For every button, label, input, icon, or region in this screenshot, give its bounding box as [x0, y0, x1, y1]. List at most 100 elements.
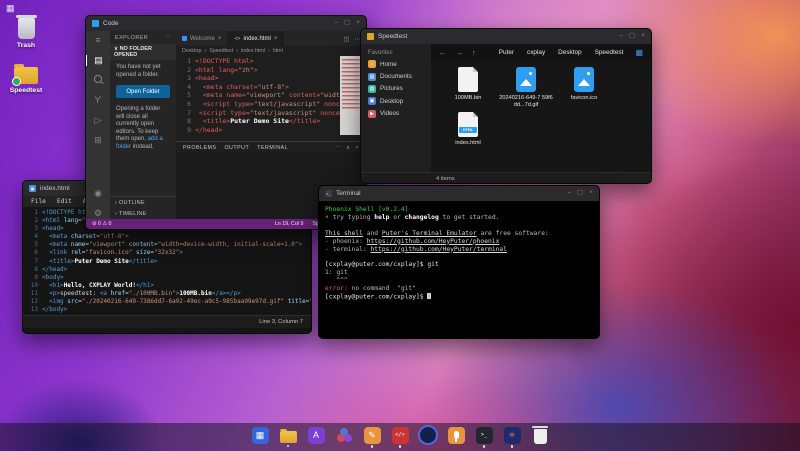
breadcrumb-item[interactable]: Desktop: [182, 48, 201, 54]
taskbar-item-app-launcher[interactable]: ▦: [250, 427, 270, 448]
terminal-titlebar[interactable]: >_ Terminal –▢×: [319, 186, 599, 201]
extensions-icon[interactable]: ⊞: [86, 135, 110, 146]
chevron-right-icon: ›: [268, 48, 270, 54]
line-number: 9: [23, 274, 42, 282]
file-item[interactable]: HTMLindex.html: [439, 112, 497, 147]
line-number: 12: [23, 298, 42, 306]
sidebar-item-documents[interactable]: ▤Documents: [361, 70, 431, 82]
panel-tab-problems[interactable]: PROBLEMS: [183, 145, 216, 151]
forward-icon[interactable]: →: [456, 48, 464, 57]
no-folder-section[interactable]: ∨ NO FOLDER OPENED: [110, 44, 176, 60]
taskbar-item-speedtest[interactable]: ✳: [502, 427, 522, 448]
sidebar-item-videos[interactable]: ▶Videos: [361, 108, 431, 120]
files-breadcrumb-item[interactable]: Speedtest: [595, 49, 624, 56]
files-maximize-icon[interactable]: ▢: [629, 33, 635, 40]
taskbar-item-trash[interactable]: [530, 427, 550, 448]
file-manager-window[interactable]: Speedtest –▢× Favorites ⌂Home▤Documents▨…: [360, 28, 652, 184]
vscode-titlebar[interactable]: Code –▢×: [86, 16, 366, 31]
close-icon[interactable]: ×: [274, 36, 278, 42]
terminal-close-icon[interactable]: ×: [589, 190, 593, 197]
run-debug-icon[interactable]: ▷: [86, 115, 110, 126]
panel-action-icon[interactable]: ∧: [346, 145, 350, 151]
up-icon[interactable]: ↑: [472, 48, 476, 57]
editor-app-icon: ▣: [29, 185, 36, 192]
taskbar-item-editor[interactable]: ✎: [362, 427, 382, 448]
taskbar-item-terminal[interactable]: >_: [474, 427, 494, 448]
breadcrumb-item[interactable]: html: [273, 48, 283, 54]
taskbar-item-app-center[interactable]: A: [306, 427, 326, 448]
taskbar-item-recorder[interactable]: [446, 427, 466, 448]
breadcrumb-item[interactable]: index.html: [241, 48, 265, 54]
terminal-maximize-icon[interactable]: ▢: [577, 190, 583, 197]
explorer-more-icon[interactable]: ⋯: [165, 35, 171, 41]
vscode-breadcrumb[interactable]: Desktop›Speedtest›index.html›html: [176, 46, 366, 55]
terminal-content[interactable]: Phoenix Shell [v0.2.4]⚡ try typing help …: [319, 201, 599, 306]
vscode-activity-bar: ≡ ▤ ϒ ▷ ⊞ ◉ ⚙: [86, 31, 110, 219]
tab-welcome[interactable]: Welcome×: [176, 31, 228, 46]
split-editor-icon[interactable]: ◫: [343, 35, 349, 43]
menu-file[interactable]: File: [31, 198, 46, 205]
files-breadcrumb-item[interactable]: Puter: [499, 49, 514, 56]
timeline-section[interactable]: › TIMELINE: [110, 208, 176, 219]
files-close-icon[interactable]: ×: [641, 33, 645, 40]
source-control-icon[interactable]: ϒ: [86, 95, 110, 106]
status-item[interactable]: Ln 19, Col 9: [275, 221, 304, 227]
file-item[interactable]: favicon.ico: [555, 67, 613, 108]
files-breadcrumb-item[interactable]: Desktop: [558, 49, 581, 56]
settings-gear-icon[interactable]: ⚙: [86, 208, 110, 219]
line-number: 9: [176, 126, 195, 135]
panel-tab-output[interactable]: OUTPUT: [224, 145, 249, 151]
files-minimize-icon[interactable]: –: [619, 33, 623, 40]
desktop-icon-speedtest[interactable]: Speedtest: [1, 63, 51, 94]
terminal-line: Phoenix Shell [v0.2.4]: [325, 206, 593, 214]
back-icon[interactable]: ←: [439, 48, 447, 57]
panel-actions: ⋯ ∧ ×: [335, 145, 359, 151]
files-breadcrumb-item[interactable]: cxplay: [527, 49, 545, 56]
code-line: 6 <link rel="favicon.ico" size="32x32">: [23, 249, 311, 257]
vscode-code-area[interactable]: 1<!DOCTYPE html>2<html lang="zh">3<head>…: [176, 55, 366, 141]
terminal-app-icon: >_: [325, 190, 332, 197]
taskbar-item-code[interactable]: </>: [390, 427, 410, 448]
files-titlebar[interactable]: Speedtest –▢×: [361, 29, 651, 44]
vscode-minimize-icon[interactable]: –: [334, 20, 338, 27]
sidebar-item-home[interactable]: ⌂Home: [361, 58, 431, 70]
file-item[interactable]: 100MB.bin: [439, 67, 497, 108]
panel-action-icon[interactable]: ×: [355, 145, 359, 151]
nav-arrows[interactable]: ← → ↑: [439, 48, 476, 57]
taskbar-item-dev-center[interactable]: [334, 427, 354, 448]
file-item[interactable]: 20240216-649-7 59f6dd...7d.gif: [497, 67, 555, 108]
files-breadcrumb[interactable]: Puter cxplay Desktop Speedtest: [499, 49, 624, 56]
menu-icon[interactable]: ≡: [86, 35, 110, 46]
explorer-icon[interactable]: ▤: [86, 55, 111, 66]
close-icon[interactable]: ×: [218, 36, 222, 42]
item-count: 4 items: [436, 176, 455, 182]
terminal-minimize-icon[interactable]: –: [567, 190, 571, 197]
taskbar-item-files[interactable]: [278, 427, 298, 447]
search-icon[interactable]: [86, 75, 110, 86]
running-indicator: [399, 445, 402, 448]
sidebar-item-desktop[interactable]: ▣Desktop: [361, 95, 431, 107]
breadcrumb-item[interactable]: Speedtest: [209, 48, 233, 54]
desktop-icon-label: Trash: [17, 42, 35, 49]
problems-counter[interactable]: ⊘ 0 ⚠ 0: [92, 221, 112, 227]
start-menu-icon[interactable]: ▦: [6, 3, 15, 14]
menu-edit[interactable]: Edit: [57, 198, 72, 205]
terminal-line: error: no command "git": [325, 285, 593, 293]
tab-index-html[interactable]: <>index.html×: [228, 31, 284, 46]
code-line: 13</body>: [23, 306, 311, 314]
sidebar-item-pictures[interactable]: ▨Pictures: [361, 83, 431, 95]
account-icon[interactable]: ◉: [86, 188, 110, 199]
line-number: 5: [23, 241, 42, 249]
editor-statusbar: Line 3, Column 7: [23, 315, 311, 328]
terminal-window[interactable]: >_ Terminal –▢× Phoenix Shell [v0.2.4]⚡ …: [318, 185, 600, 339]
panel-tab-terminal[interactable]: TERMINAL: [257, 145, 288, 151]
code-line: 4 <meta charset="utf-8">: [23, 233, 311, 241]
desktop-icon-trash[interactable]: Trash: [1, 18, 51, 49]
open-folder-button[interactable]: Open Folder: [116, 85, 170, 98]
vscode-maximize-icon[interactable]: ▢: [344, 20, 350, 27]
taskbar-item-clock[interactable]: [418, 425, 438, 449]
outline-section[interactable]: › OUTLINE: [110, 197, 176, 208]
grid-view-icon[interactable]: ▦: [635, 48, 643, 57]
vscode-close-icon[interactable]: ×: [356, 20, 360, 27]
panel-action-icon[interactable]: ⋯: [335, 145, 341, 151]
